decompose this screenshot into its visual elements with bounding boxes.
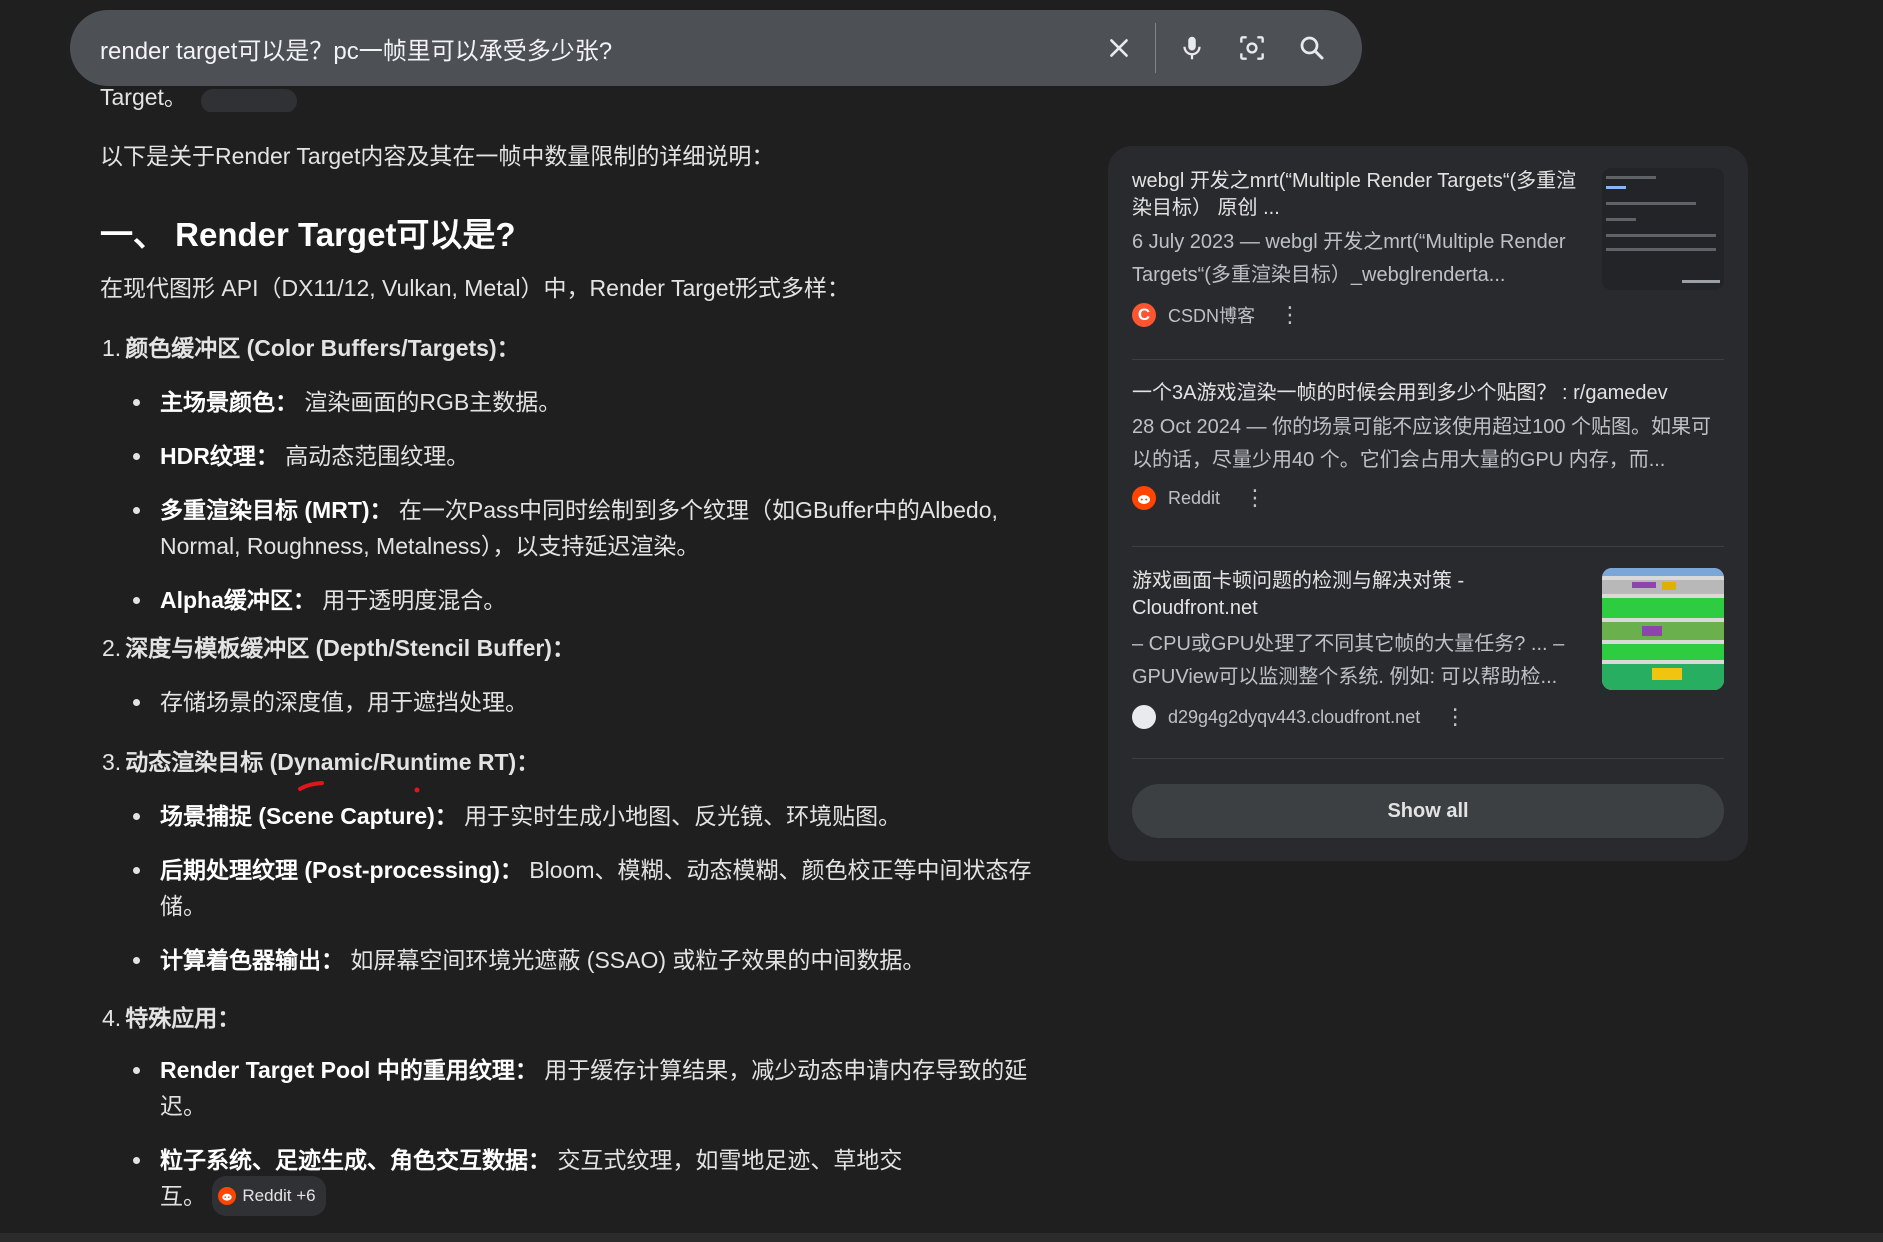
more-options-icon[interactable]: ⋮ <box>1444 704 1466 730</box>
reddit-icon <box>1132 486 1156 510</box>
result-source: d29g4g2dyqv443.cloudfront.net ⋮ <box>1132 704 1466 730</box>
source-chip[interactable]: Reddit +6 <box>212 1176 326 1216</box>
search-bar[interactable]: render target可以是？pc一帧里可以承受多少张? <box>70 10 1362 86</box>
search-input[interactable]: render target可以是？pc一帧里可以承受多少张? <box>100 31 1089 66</box>
bullet-item: HDR纹理： 高动态范围纹理。 <box>133 438 1060 474</box>
result-snippet: 28 Oct 2024 — 你的场景可能不应该使用超过100 个贴图。如果可以的… <box>1132 416 1712 471</box>
result-title[interactable]: webgl 开发之mrt(“Multiple Render Targets“(多… <box>1132 168 1592 222</box>
result-snippet: – CPU或GPU处理了不同其它帧的大量任务? ... – GPUView可以监… <box>1132 633 1565 688</box>
source-result[interactable]: 一个3A游戏渲染一帧的时候会用到多少个贴图？ : r/gamedev 28 Oc… <box>1132 380 1724 530</box>
lead-text: 在现代图形 API（DX11/12, Vulkan, Metal）中，Rende… <box>100 275 850 301</box>
search-divider <box>1155 23 1156 73</box>
result-source: Reddit ⋮ <box>1132 485 1724 511</box>
search-icon[interactable] <box>1282 18 1342 78</box>
result-source: C CSDN博客 ⋮ <box>1132 302 1301 328</box>
microphone-icon[interactable] <box>1162 18 1222 78</box>
code-thumbnail-image <box>1602 168 1724 290</box>
divider <box>1132 359 1724 360</box>
list-item-1: 1. 颜色缓冲区 (Color Buffers/Targets)： <box>102 335 520 361</box>
clear-icon[interactable] <box>1089 18 1149 78</box>
annotation-dot <box>414 787 420 793</box>
profiler-thumbnail-image <box>1602 568 1724 690</box>
show-all-button[interactable]: Show all <box>1132 784 1724 838</box>
bullet-item: 场景捕捉 (Scene Capture)： 用于实时生成小地图、反光镜、环境贴图… <box>133 798 1060 834</box>
result-title[interactable]: 一个3A游戏渲染一帧的时候会用到多少个贴图？ : r/gamedev <box>1132 380 1724 407</box>
more-options-icon[interactable]: ⋮ <box>1279 302 1301 328</box>
bullet-item: 粒子系统、足迹生成、角色交互数据： 交互式纹理，如雪地足迹、草地交互。 Redd… <box>133 1142 920 1218</box>
list-item-2: 2. 深度与模板缓冲区 (Depth/Stencil Buffer)： <box>102 635 575 661</box>
result-thumbnail[interactable] <box>1602 168 1724 290</box>
source-result[interactable]: webgl 开发之mrt(“Multiple Render Targets“(多… <box>1132 168 1724 348</box>
result-snippet: 6 July 2023 — webgl 开发之mrt(“Multiple Ren… <box>1132 231 1566 286</box>
result-thumbnail[interactable] <box>1602 568 1724 690</box>
lens-icon[interactable] <box>1222 18 1282 78</box>
reddit-icon <box>218 1187 237 1205</box>
divider <box>1132 546 1724 547</box>
list-item-4: 4. 特殊应用： <box>102 1005 241 1031</box>
divider <box>1132 758 1724 759</box>
bullet-item: 计算着色器输出： 如屏幕空间环境光遮蔽 (SSAO) 或粒子效果的中间数据。 <box>133 942 1060 978</box>
search-results-page: render target可以是？pc一帧里可以承受多少张? Target。 以… <box>0 0 1883 1242</box>
csdn-icon: C <box>1132 303 1156 327</box>
section-heading: 一、 Render Target可以是? <box>100 216 516 253</box>
globe-icon <box>1132 705 1156 729</box>
bullet-item: Render Target Pool 中的重用纹理： 用于缓存计算结果，减少动态… <box>133 1052 1060 1124</box>
bullet-item: 后期处理纹理 (Post-processing)： Bloom、模糊、动态模糊、… <box>133 852 1060 924</box>
annotation-mark <box>298 781 324 791</box>
list-item-3: 3. 动态渲染目标 (Dynamic/Runtime RT)： <box>102 749 540 775</box>
partial-text-line: Target。 <box>100 86 500 112</box>
bullet-item: 多重渲染目标 (MRT)： 在一次Pass中同时绘制到多个纹理（如GBuffer… <box>133 492 1060 564</box>
bullet-item: Alpha缓冲区： 用于透明度混合。 <box>133 582 1060 618</box>
bullet-item: 存储场景的深度值，用于遮挡处理。 <box>133 684 1060 720</box>
sources-panel: webgl 开发之mrt(“Multiple Render Targets“(多… <box>1108 146 1748 861</box>
more-options-icon[interactable]: ⋮ <box>1244 485 1266 511</box>
bullet-item: 主场景颜色： 渲染画面的RGB主数据。 <box>133 384 1060 420</box>
intro-text: 以下是关于Render Target内容及其在一帧中数量限制的详细说明： <box>100 143 775 169</box>
bottom-edge <box>0 1233 1883 1242</box>
source-result[interactable]: 游戏画面卡顿问题的检测与解决对策 - Cloudfront.net – CPU或… <box>1132 568 1724 748</box>
result-title[interactable]: 游戏画面卡顿问题的检测与解决对策 - Cloudfront.net <box>1132 568 1592 622</box>
source-chip-partial[interactable] <box>200 88 297 112</box>
